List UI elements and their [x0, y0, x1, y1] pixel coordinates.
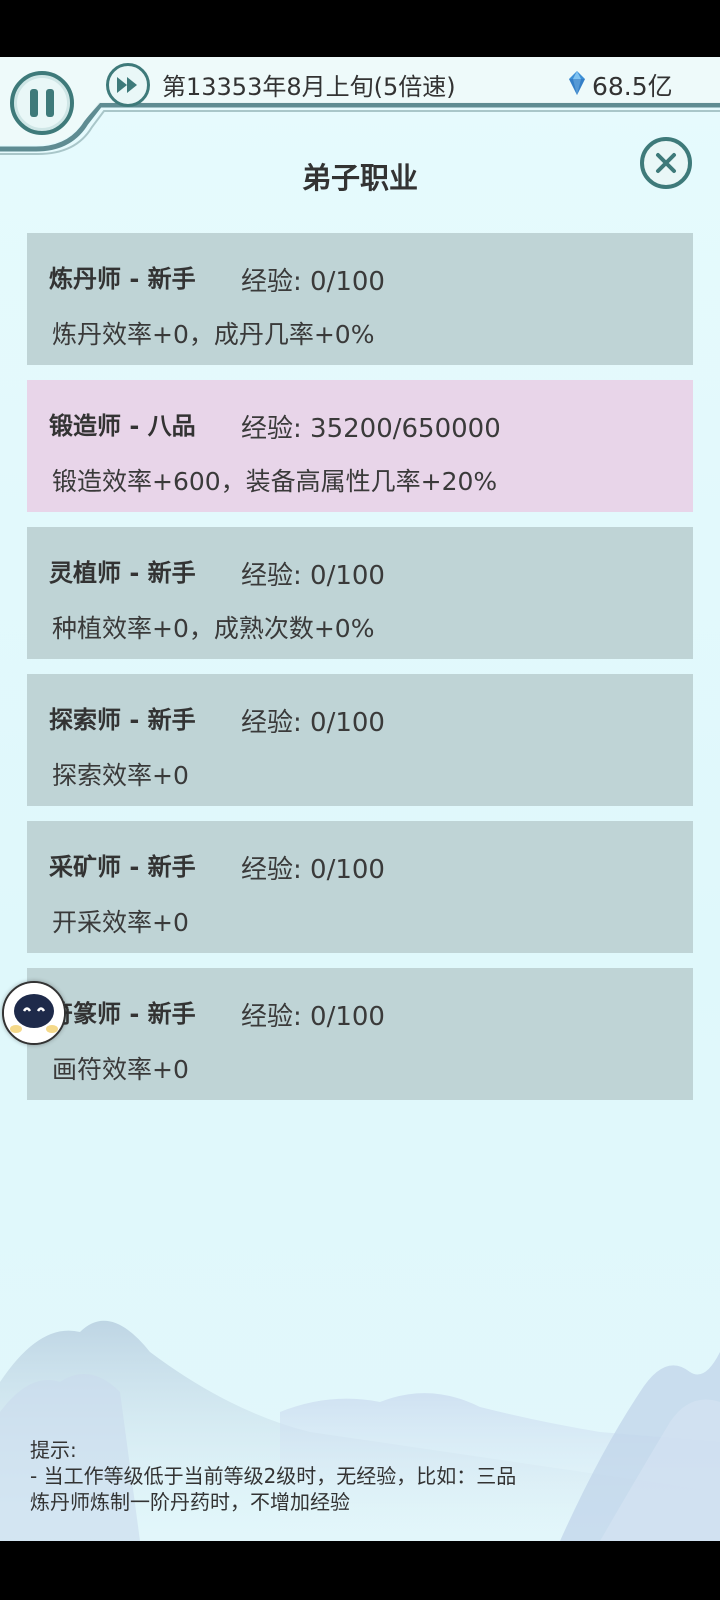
profession-desc: 画符效率+0 — [52, 1055, 189, 1084]
profession-exp: 经验: 0/100 — [241, 708, 385, 738]
profession-exp: 经验: 35200/650000 — [241, 414, 501, 444]
game-date: 第13353年8月上旬(5倍速) — [162, 73, 456, 101]
spirit-stone-count: 68.5亿 — [592, 72, 673, 101]
profession-exp: 经验: 0/100 — [241, 1002, 385, 1032]
profession-name: 符篆师 - 新手 — [49, 1000, 196, 1028]
profession-name: 采矿师 - 新手 — [49, 853, 196, 881]
profession-exp: 经验: 0/100 — [241, 855, 385, 885]
tips-panel: 提示: - 当工作等级低于当前等级2级时，无经验，比如：三品 炼丹师炼制一阶丹药… — [30, 1437, 670, 1515]
tips-line: 炼丹师炼制一阶丹药时，不增加经验 — [30, 1490, 350, 1514]
profession-exp: 经验: 0/100 — [241, 561, 385, 591]
profession-name: 锻造师 - 八品 — [49, 412, 196, 440]
pause-button[interactable] — [10, 71, 74, 135]
profession-desc: 探索效率+0 — [52, 761, 189, 790]
profession-card-explorer[interactable]: 探索师 - 新手 经验: 0/100 探索效率+0 — [27, 674, 693, 806]
profession-desc: 种植效率+0，成熟次数+0% — [52, 614, 375, 643]
assistant-avatar-icon — [4, 983, 64, 1043]
profession-desc: 炼丹效率+0，成丹几率+0% — [52, 320, 375, 349]
profession-name: 炼丹师 - 新手 — [49, 265, 196, 293]
profession-card-talisman[interactable]: 符篆师 - 新手 经验: 0/100 画符效率+0 — [27, 968, 693, 1100]
tips-heading: 提示: — [30, 1438, 77, 1462]
profession-card-planter[interactable]: 灵植师 - 新手 经验: 0/100 种植效率+0，成熟次数+0% — [27, 527, 693, 659]
profession-name: 探索师 - 新手 — [49, 706, 196, 734]
profession-desc: 开采效率+0 — [52, 908, 189, 937]
fast-forward-icon — [117, 77, 137, 93]
profession-exp: 经验: 0/100 — [241, 267, 385, 297]
page-title: 弟子职业 — [301, 161, 418, 195]
fast-forward-button[interactable] — [106, 63, 150, 107]
assistant-avatar-button[interactable] — [2, 981, 66, 1045]
profession-name: 灵植师 - 新手 — [49, 559, 196, 587]
pause-icon — [30, 89, 38, 117]
spirit-stone-icon — [569, 71, 585, 95]
profession-card-alchemist[interactable]: 炼丹师 - 新手 经验: 0/100 炼丹效率+0，成丹几率+0% — [27, 233, 693, 365]
tips-line: - 当工作等级低于当前等级2级时，无经验，比如：三品 — [30, 1464, 517, 1488]
profession-card-forger[interactable]: 锻造师 - 八品 经验: 35200/650000 锻造效率+600，装备高属性… — [27, 380, 693, 512]
profession-list: 炼丹师 - 新手 经验: 0/100 炼丹效率+0，成丹几率+0% 锻造师 - … — [27, 233, 693, 1115]
profession-desc: 锻造效率+600，装备高属性几率+20% — [52, 467, 498, 496]
game-screen: 第13353年8月上旬(5倍速) 68.5亿 弟子职业 炼丹师 - 新手 经验:… — [0, 57, 720, 1541]
profession-card-miner[interactable]: 采矿师 - 新手 经验: 0/100 开采效率+0 — [27, 821, 693, 953]
